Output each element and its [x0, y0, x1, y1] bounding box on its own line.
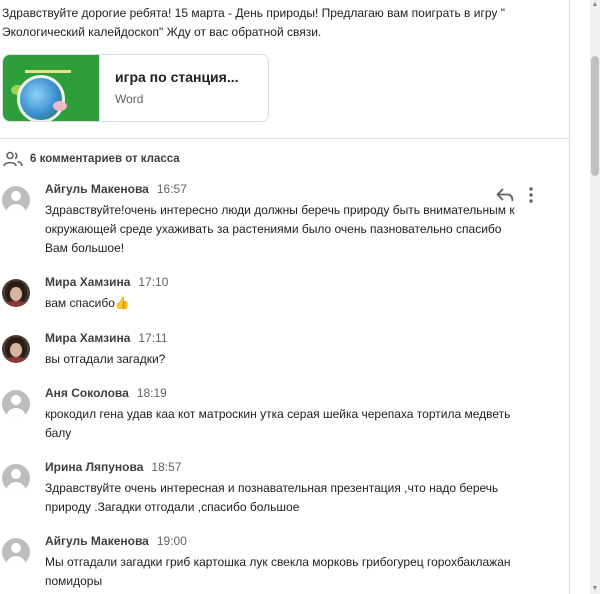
comment-author: Мира Хамзина 17:11	[45, 331, 168, 345]
comment-text: Здравствуйте очень интересная и познават…	[45, 481, 499, 514]
scrollbar-thumb[interactable]	[591, 56, 599, 176]
stream-post-panel: Здравствуйте дорогие ребята! 15 марта - …	[0, 0, 569, 594]
avatar	[2, 186, 30, 214]
avatar	[2, 538, 30, 566]
attachment-type: Word	[115, 92, 144, 106]
comment-text: Мы отгадали загадки гриб картошка лук св…	[45, 555, 511, 588]
comment-author: Аня Соколова 18:19	[45, 386, 167, 400]
comment-text: вы отгадали загадки?	[45, 352, 166, 366]
comment-time: 18:19	[136, 386, 167, 400]
comment-time: 19:00	[156, 534, 187, 548]
comment-time: 17:11	[138, 331, 168, 345]
comment-text: вам спасибо👍	[45, 296, 130, 310]
avatar	[2, 335, 30, 363]
panel-border	[569, 0, 570, 594]
divider	[0, 138, 569, 139]
comment-time: 18:57	[151, 460, 182, 474]
attachment-card[interactable]: игра по станция... Word	[2, 54, 269, 122]
comment-author: Ирина Ляпунова 18:57	[45, 460, 182, 474]
comment-author: Айгуль Макенова 19:00	[45, 534, 187, 548]
avatar	[2, 390, 30, 418]
scroll-up-icon[interactable]: ▲	[590, 0, 600, 10]
comment-actions	[496, 186, 533, 204]
more-vert-icon[interactable]	[529, 187, 533, 203]
comment-time: 16:57	[156, 182, 187, 196]
comment-text: крокодил гена удав каа кот матроскин утк…	[45, 407, 511, 440]
comment-time: 17:10	[138, 275, 169, 289]
scroll-down-icon[interactable]: ▼	[590, 584, 600, 594]
comments-count-label: 6 комментариев от класса	[30, 153, 180, 165]
people-icon	[3, 151, 23, 167]
comment-text: Здравствуйте!очень интересно люди должны…	[45, 203, 515, 255]
comment-author: Айгуль Макенова 16:57	[45, 182, 187, 196]
post-text: Здравствуйте дорогие ребята! 15 марта - …	[2, 6, 505, 39]
avatar	[2, 279, 30, 307]
reply-icon[interactable]	[496, 188, 514, 202]
class-comments-header[interactable]: 6 комментариев от класса	[3, 150, 180, 168]
avatar	[2, 464, 30, 492]
attachment-title: игра по станция...	[115, 69, 239, 85]
attachment-thumbnail	[3, 55, 100, 121]
comment-author: Мира Хамзина 17:10	[45, 275, 169, 289]
